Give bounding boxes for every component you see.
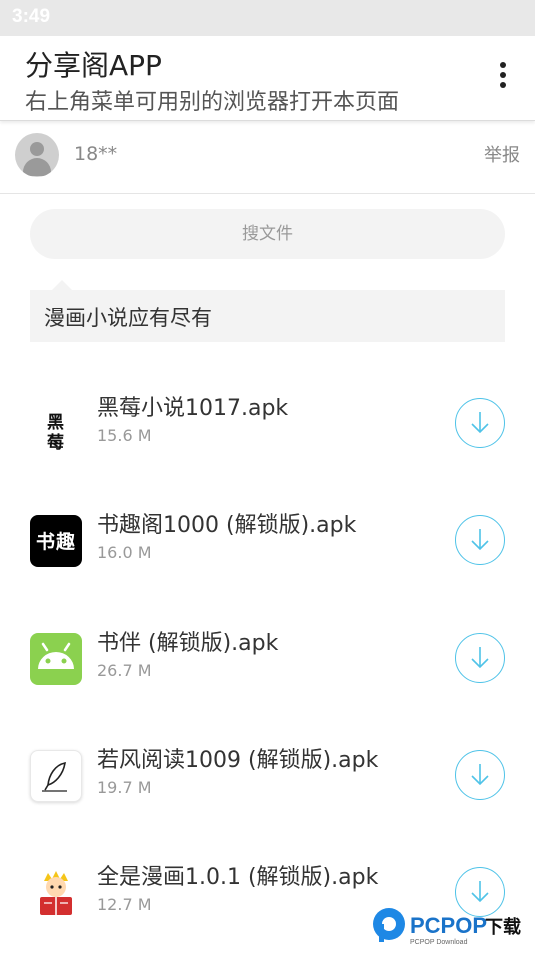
feather-pen-app-icon bbox=[30, 750, 82, 802]
file-name: 书趣阁1000 (解锁版).apk bbox=[97, 513, 357, 538]
report-button[interactable]: 举报 bbox=[484, 141, 520, 167]
default-avatar-icon bbox=[30, 142, 44, 156]
svg-text:PCPOP: PCPOP bbox=[410, 913, 487, 938]
download-button[interactable] bbox=[455, 515, 505, 565]
shuqu-app-icon: 书趣 bbox=[30, 515, 82, 567]
message-text: 漫画小说应有尽有 bbox=[44, 306, 212, 330]
file-size: 26.7 M bbox=[97, 661, 152, 680]
android-app-icon bbox=[30, 633, 82, 685]
download-button[interactable] bbox=[455, 750, 505, 800]
file-item[interactable]: 书趣 书趣阁1000 (解锁版).apk 16.0 M bbox=[0, 493, 535, 603]
message-bubble: 漫画小说应有尽有 bbox=[30, 280, 505, 342]
search-button[interactable]: 搜文件 bbox=[30, 209, 505, 259]
file-size: 16.0 M bbox=[97, 543, 152, 562]
file-name: 若风阅读1009 (解锁版).apk bbox=[97, 748, 379, 773]
download-button[interactable] bbox=[455, 633, 505, 683]
comic-reader-app-icon bbox=[30, 867, 82, 919]
download-arrow-icon bbox=[471, 764, 489, 786]
avatar[interactable] bbox=[15, 133, 59, 177]
download-arrow-icon bbox=[471, 412, 489, 434]
file-name: 全是漫画1.0.1 (解锁版).apk bbox=[97, 865, 379, 890]
download-arrow-icon bbox=[471, 529, 489, 551]
file-size: 15.6 M bbox=[97, 426, 152, 445]
download-button[interactable] bbox=[455, 398, 505, 448]
file-item[interactable]: 书伴 (解锁版).apk 26.7 M bbox=[0, 611, 535, 721]
file-size: 19.7 M bbox=[97, 778, 152, 797]
svg-text:下载: 下载 bbox=[485, 916, 521, 938]
status-bar: 3:49 bbox=[0, 0, 535, 36]
app-bar: 分享阁APP 右上角菜单可用别的浏览器打开本页面 bbox=[0, 36, 535, 121]
user-row: 18** 举报 bbox=[0, 121, 535, 194]
heimei-app-icon: 黑 莓 bbox=[30, 398, 82, 450]
username: 18** bbox=[74, 143, 118, 165]
svg-text:PCPOP Download: PCPOP Download bbox=[410, 939, 468, 946]
pcpop-watermark-logo: PCPOP 下载 PCPOP Download bbox=[370, 900, 535, 951]
file-name: 黑莓小说1017.apk bbox=[97, 396, 289, 421]
page-title: 分享阁APP bbox=[25, 49, 162, 82]
more-vert-icon[interactable] bbox=[491, 62, 515, 94]
page-subtitle: 右上角菜单可用别的浏览器打开本页面 bbox=[25, 90, 400, 115]
file-item[interactable]: 若风阅读1009 (解锁版).apk 19.7 M bbox=[0, 728, 535, 838]
file-item[interactable]: 黑 莓 黑莓小说1017.apk 15.6 M bbox=[0, 376, 535, 486]
download-arrow-icon bbox=[471, 647, 489, 669]
file-size: 12.7 M bbox=[97, 895, 152, 914]
file-name: 书伴 (解锁版).apk bbox=[97, 631, 279, 656]
status-time: 3:49 bbox=[12, 6, 51, 27]
